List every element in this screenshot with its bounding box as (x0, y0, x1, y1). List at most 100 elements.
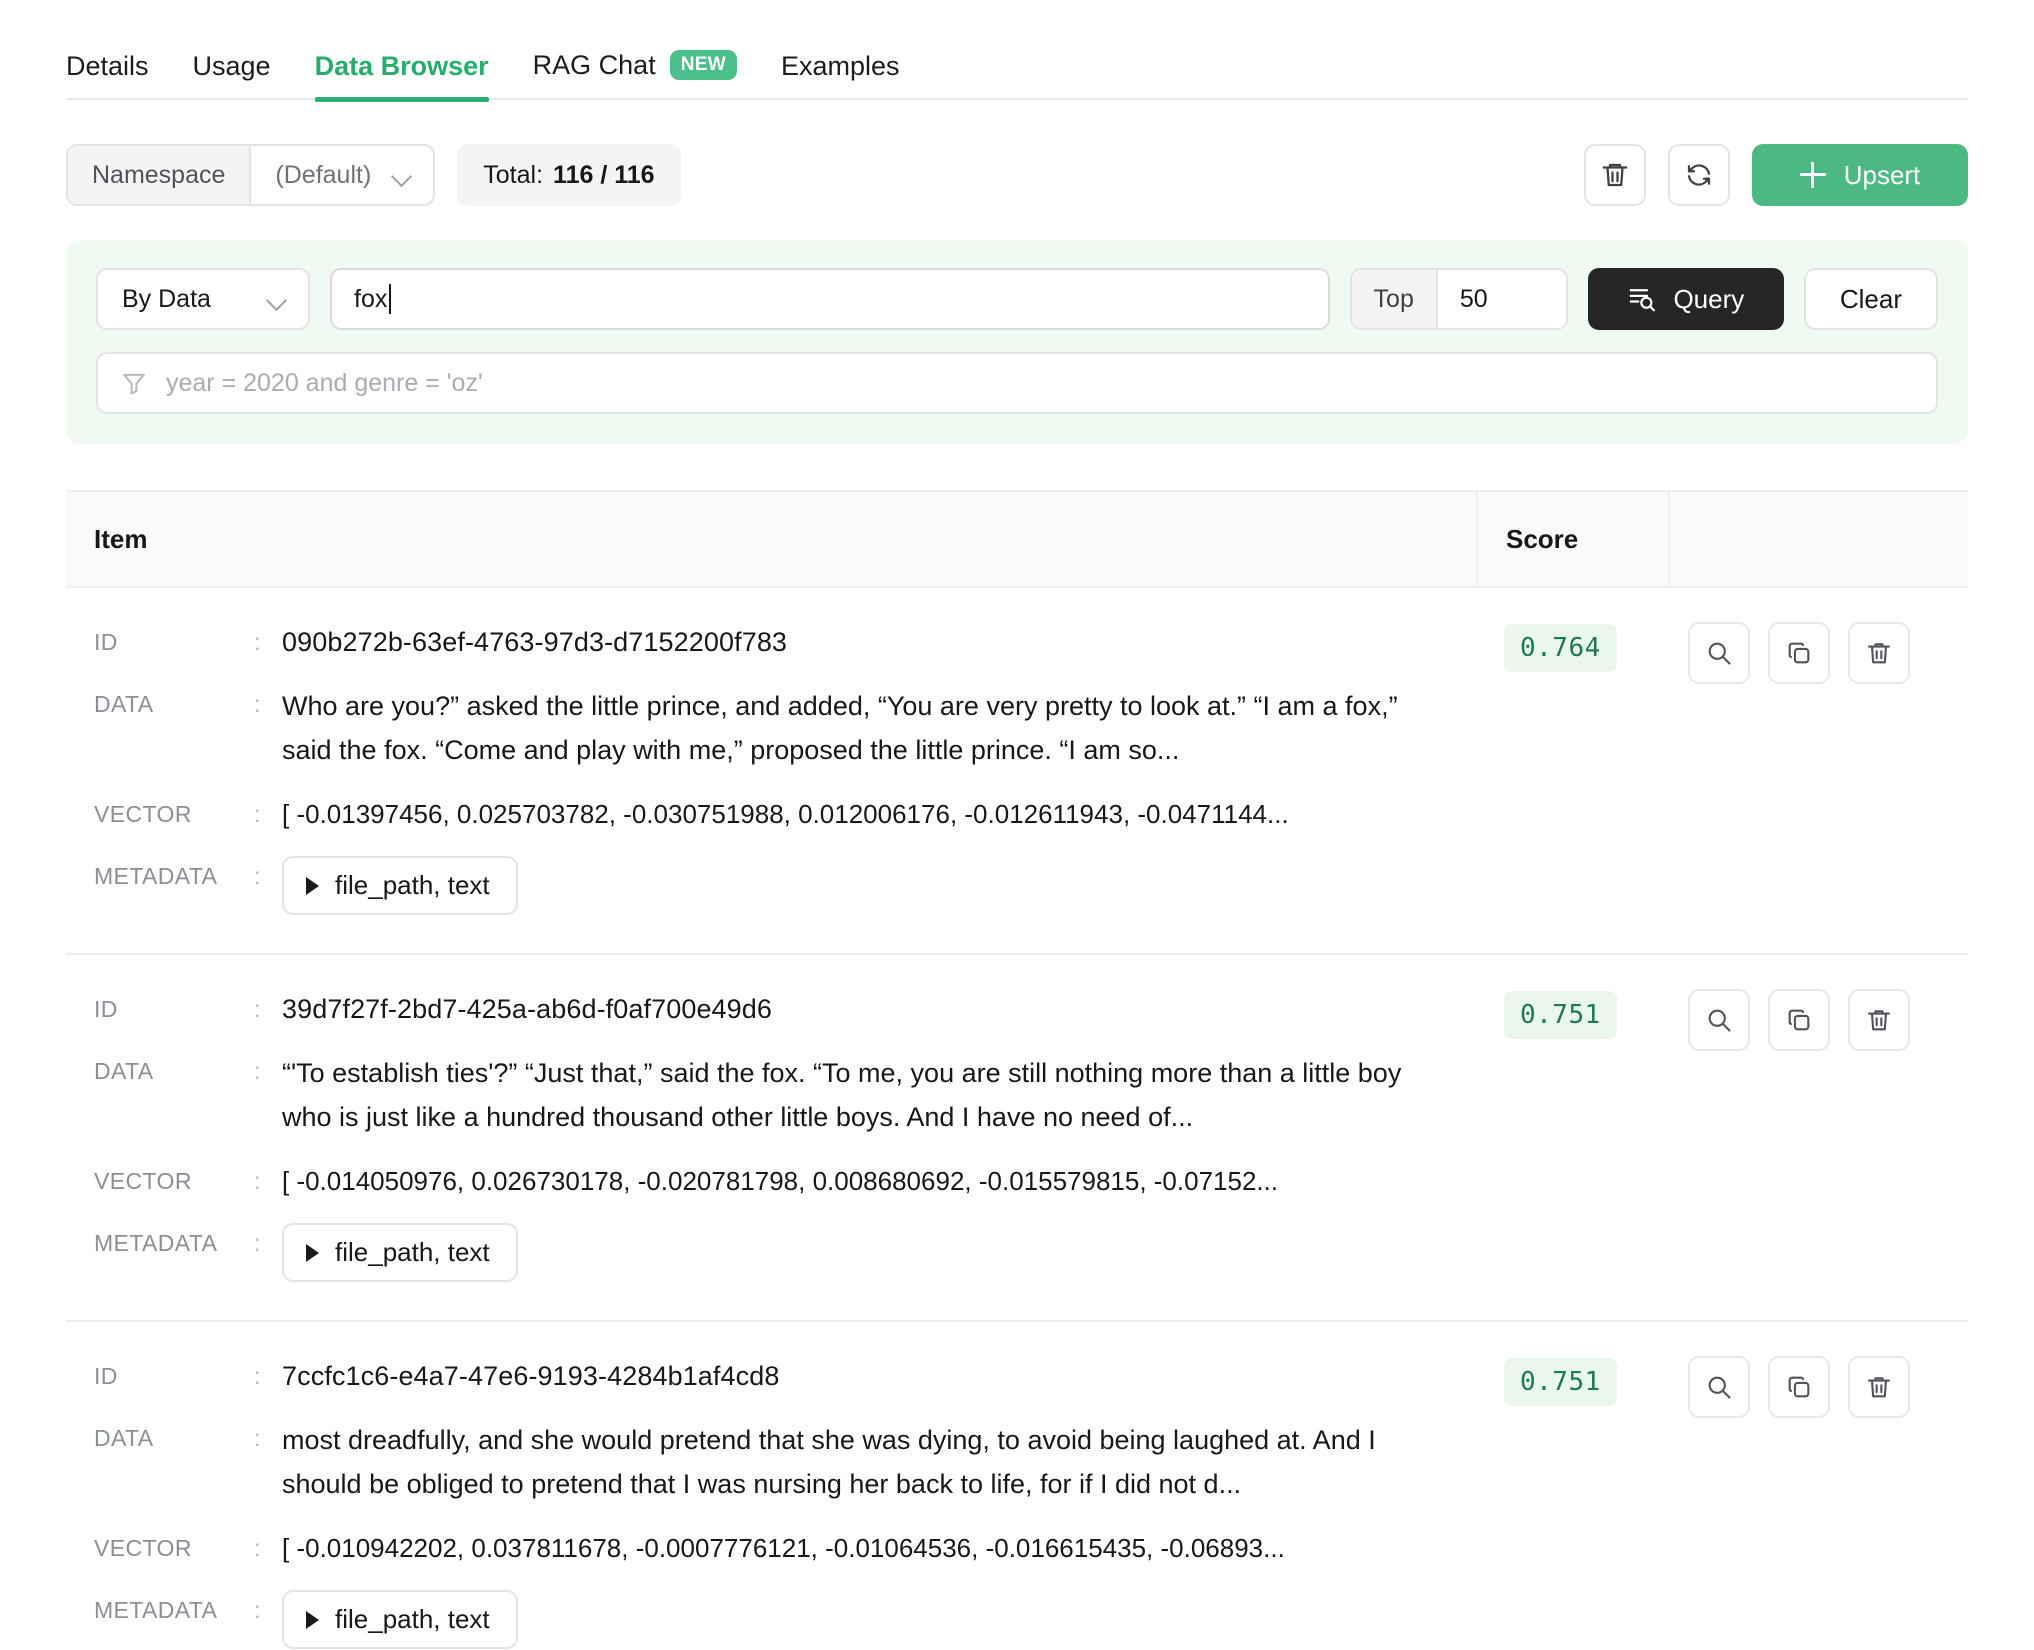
table-row: ID : 39d7f27f-2bd7-425a-ab6d-f0af700e49d… (66, 955, 1968, 1322)
tab-usage[interactable]: Usage (171, 53, 293, 100)
search-icon (1705, 1006, 1733, 1034)
field-colon: : (254, 801, 261, 827)
view-row-button[interactable] (1688, 622, 1750, 684)
score-badge: 0.764 (1504, 624, 1617, 672)
score-badge: 0.751 (1504, 1358, 1617, 1406)
field-label-metadata: METADATA (94, 1230, 218, 1256)
query-panel: By Data fox Top 50 Query Clear year = 20… (66, 240, 1968, 444)
field-value-id: 39d7f27f-2bd7-425a-ab6d-f0af700e49d6 (282, 994, 773, 1024)
metadata-expand-chip[interactable]: file_path, text (282, 856, 518, 915)
trash-icon (1865, 1373, 1893, 1401)
top-k-input[interactable]: 50 (1437, 270, 1566, 328)
field-vector: VECTOR : [ -0.014050976, 0.026730178, -0… (94, 1161, 1476, 1201)
field-colon: : (254, 1230, 261, 1256)
field-label-vector: VECTOR (94, 1168, 192, 1194)
row-score-cell: 0.751 (1476, 989, 1668, 1039)
namespace-label: Namespace (68, 146, 252, 204)
field-value-id: 7ccfc1c6-e4a7-47e6-9193-4284b1af4cd8 (282, 1361, 780, 1391)
field-label-id: ID (94, 996, 118, 1022)
query-icon (1627, 284, 1657, 314)
top-k-label: Top (1351, 270, 1438, 328)
trash-icon (1865, 1006, 1893, 1034)
metadata-keys: file_path, text (335, 1237, 490, 1267)
query-button[interactable]: Query (1587, 268, 1784, 330)
tab-bar: Details Usage Data Browser RAG Chat NEW … (0, 0, 2034, 102)
new-badge: NEW (669, 50, 737, 80)
total-prefix: Total: (483, 160, 544, 189)
trash-icon (1600, 160, 1630, 190)
field-label-id: ID (94, 1363, 118, 1389)
metadata-filter-input[interactable]: year = 2020 and genre = 'oz' (96, 352, 1938, 414)
query-mode-value: By Data (122, 284, 211, 313)
field-label-data: DATA (94, 691, 154, 717)
field-colon: : (254, 1363, 261, 1389)
field-colon: : (254, 1058, 261, 1084)
metadata-expand-chip[interactable]: file_path, text (282, 1223, 518, 1282)
copy-icon (1785, 1006, 1813, 1034)
tab-examples[interactable]: Examples (759, 53, 922, 100)
field-value-vector: [ -0.01397456, 0.025703782, -0.030751988… (282, 799, 1289, 829)
upsert-label: Upsert (1843, 159, 1921, 190)
field-colon: : (254, 691, 261, 717)
search-icon (1705, 1373, 1733, 1401)
refresh-icon (1684, 160, 1714, 190)
namespace-selector[interactable]: Namespace (Default) (66, 144, 436, 206)
field-value-data: most dreadfully, and she would pretend t… (282, 1425, 1376, 1499)
view-row-button[interactable] (1688, 1356, 1750, 1418)
tab-rag-chat[interactable]: RAG Chat NEW (511, 50, 759, 100)
text-caret (389, 284, 392, 314)
total-value: 116 / 116 (553, 160, 655, 189)
field-value-vector: [ -0.014050976, 0.026730178, -0.02078179… (282, 1166, 1279, 1196)
table-row: ID : 090b272b-63ef-4763-97d3-d7152200f78… (66, 588, 1968, 955)
filter-placeholder: year = 2020 and genre = 'oz' (166, 368, 483, 397)
query-row: By Data fox Top 50 Query Clear (96, 268, 1938, 330)
row-actions-cell (1668, 989, 1968, 1051)
field-label-metadata: METADATA (94, 863, 218, 889)
copy-row-button[interactable] (1768, 622, 1830, 684)
view-row-button[interactable] (1688, 989, 1750, 1051)
field-value-id: 090b272b-63ef-4763-97d3-d7152200f783 (282, 627, 788, 657)
row-item-cell: ID : 090b272b-63ef-4763-97d3-d7152200f78… (66, 622, 1476, 915)
metadata-expand-chip[interactable]: file_path, text (282, 1590, 518, 1649)
tab-data-browser[interactable]: Data Browser (293, 53, 511, 102)
top-k-group[interactable]: Top 50 (1349, 268, 1568, 330)
field-colon: : (254, 1425, 261, 1451)
field-colon: : (254, 1535, 261, 1561)
field-metadata: METADATA : file_path, text (94, 856, 1476, 915)
metadata-keys: file_path, text (335, 870, 490, 900)
delete-row-button[interactable] (1848, 622, 1910, 684)
field-colon: : (254, 1168, 261, 1194)
namespace-dropdown[interactable]: (Default) (251, 146, 433, 204)
upsert-button[interactable]: Upsert (1752, 144, 1968, 206)
copy-icon (1785, 1373, 1813, 1401)
copy-row-button[interactable] (1768, 989, 1830, 1051)
column-header-item: Item (94, 523, 148, 554)
field-label-metadata: METADATA (94, 1597, 218, 1623)
tab-label: Examples (780, 51, 900, 81)
field-label-id: ID (94, 629, 118, 655)
trash-icon (1865, 639, 1893, 667)
field-id: ID : 090b272b-63ef-4763-97d3-d7152200f78… (94, 622, 1476, 662)
table-header: Item Score (66, 491, 1968, 588)
row-actions-cell (1668, 622, 1968, 684)
results-table: Item Score ID : 090b272b-63ef-4763-97d3-… (66, 490, 1968, 1650)
field-label-vector: VECTOR (94, 801, 192, 827)
clear-button[interactable]: Clear (1803, 268, 1938, 330)
row-score-cell: 0.764 (1476, 622, 1668, 672)
copy-row-button[interactable] (1768, 1356, 1830, 1418)
field-value-vector: [ -0.010942202, 0.037811678, -0.00077761… (282, 1533, 1285, 1563)
copy-icon (1785, 639, 1813, 667)
delete-row-button[interactable] (1848, 989, 1910, 1051)
field-colon: : (254, 629, 261, 655)
toolbar: Namespace (Default) Total: 116 / 116 Ups… (66, 144, 1968, 206)
query-mode-select[interactable]: By Data (96, 268, 310, 330)
search-input[interactable]: fox (330, 268, 1330, 330)
field-value-data: Who are you?” asked the little prince, a… (282, 691, 1398, 765)
field-label-data: DATA (94, 1425, 154, 1451)
tab-details[interactable]: Details (66, 53, 171, 100)
refresh-button[interactable] (1668, 144, 1730, 206)
plus-icon (1799, 162, 1826, 188)
field-vector: VECTOR : [ -0.01397456, 0.025703782, -0.… (94, 794, 1476, 834)
delete-all-button[interactable] (1584, 144, 1646, 206)
delete-row-button[interactable] (1848, 1356, 1910, 1418)
